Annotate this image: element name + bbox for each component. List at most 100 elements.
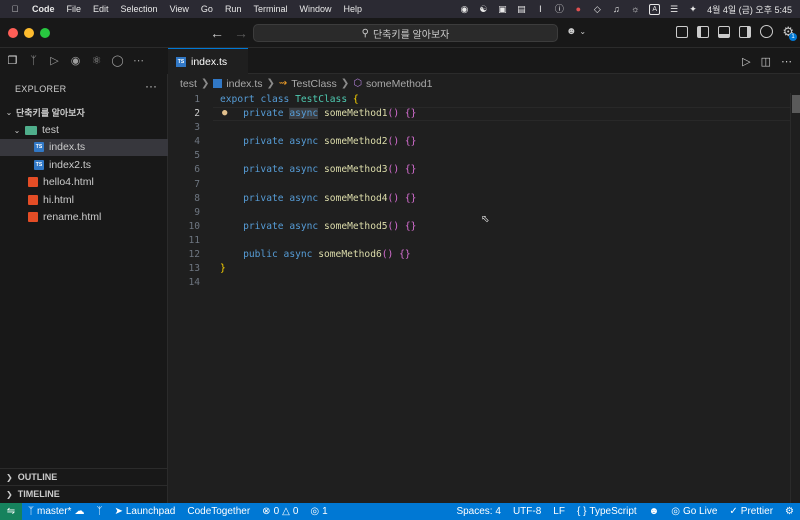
extensions-icon[interactable]: ⚛: [90, 55, 103, 68]
clock[interactable]: 4월 4일 (금) 오후 5:45: [707, 3, 792, 16]
siri-icon[interactable]: ✦: [688, 4, 698, 14]
tab-index-ts[interactable]: TS index.ts: [168, 48, 248, 74]
toggle-secondary-sidebar-icon[interactable]: [739, 25, 752, 38]
code-line[interactable]: public async someMethod6() {}: [220, 248, 416, 262]
account-icon[interactable]: [760, 25, 774, 38]
app-menu-code[interactable]: Code: [32, 4, 55, 14]
launchpad-status[interactable]: ➤ Launchpad: [108, 506, 181, 517]
code-line[interactable]: private async someMethod2() {}: [220, 135, 416, 149]
minimize-window-button[interactable]: [24, 27, 34, 38]
codetogether-status[interactable]: CodeTogether: [181, 506, 256, 517]
volume-icon[interactable]: ♫: [611, 4, 621, 14]
toggle-panel-icon[interactable]: [718, 25, 731, 38]
cursor-icon[interactable]: I: [535, 4, 545, 14]
outline-section-header[interactable]: ❯ OUTLINE: [0, 468, 168, 485]
indentation-status[interactable]: Spaces: 4: [450, 506, 506, 517]
workspace-folder[interactable]: ⌄ 단축키를 알아보자: [0, 104, 168, 121]
maximize-window-button[interactable]: [40, 27, 50, 38]
code-line[interactable]: private async someMethod4() {}: [220, 192, 416, 206]
forward-arrow-icon[interactable]: →: [234, 25, 248, 41]
menu-terminal[interactable]: Terminal: [253, 4, 287, 14]
run-file-icon[interactable]: ▷: [742, 55, 750, 68]
code-line[interactable]: [220, 276, 416, 290]
run-debug-icon[interactable]: ▷: [48, 55, 61, 68]
code-lines[interactable]: export class TestClass { private async s…: [220, 93, 416, 290]
line-number: 5: [194, 150, 200, 162]
split-editor-icon[interactable]: ◫: [761, 55, 771, 68]
toggle-primary-sidebar-icon[interactable]: [697, 25, 710, 38]
settings-gear-icon[interactable]: ⚙ 1: [782, 25, 797, 41]
code-editor[interactable]: 1 2 3 4 5 6 7 8 9 10 11 12 13 14 ● export class TestC…: [168, 93, 790, 503]
problems-status[interactable]: ⊗ 0 △ 0: [256, 506, 304, 517]
menu-go[interactable]: Go: [201, 4, 213, 14]
back-arrow-icon[interactable]: ←: [210, 25, 224, 41]
code-line[interactable]: export class TestClass {: [220, 93, 416, 107]
copilot-menu[interactable]: ☻ ⌄: [566, 26, 586, 37]
control-center-icon[interactable]: ☰: [669, 4, 679, 14]
menu-view[interactable]: View: [170, 4, 189, 14]
source-control-icon[interactable]: ᛉ: [27, 55, 40, 68]
window-icon[interactable]: ▣: [497, 4, 507, 14]
code-line[interactable]: [220, 234, 416, 248]
branch-status[interactable]: ᛉ master* ☁: [22, 506, 90, 517]
apple-icon[interactable]: : [10, 4, 20, 14]
more-actions-icon[interactable]: ⋯: [781, 55, 792, 68]
info-icon[interactable]: ⓘ: [554, 4, 564, 14]
editor-scrollbar[interactable]: [790, 93, 800, 503]
tree-item-hi-html[interactable]: hi.html: [0, 191, 168, 208]
code-line[interactable]: [220, 149, 416, 163]
tree-item-hello4-html[interactable]: hello4.html: [0, 174, 168, 191]
menu-selection[interactable]: Selection: [121, 4, 158, 14]
explorer-more-button[interactable]: ···: [145, 79, 157, 93]
code-line[interactable]: private async someMethod5() {}: [220, 220, 416, 234]
code-line[interactable]: private async someMethod3() {}: [220, 163, 416, 177]
prettier-status[interactable]: ✓ Prettier: [723, 506, 779, 517]
layers-icon[interactable]: ◇: [592, 4, 602, 14]
breadcrumb-folder[interactable]: test: [180, 78, 197, 90]
breadcrumb-class[interactable]: TestClass: [291, 78, 337, 90]
menu-file[interactable]: File: [67, 4, 82, 14]
files-icon[interactable]: ❐: [6, 55, 19, 68]
bug-icon[interactable]: ☯: [478, 4, 488, 14]
scrollbar-thumb[interactable]: [792, 95, 800, 113]
menu-run[interactable]: Run: [225, 4, 242, 14]
code-line[interactable]: [220, 121, 416, 135]
line-number: 2: [194, 108, 200, 120]
code-line[interactable]: [220, 206, 416, 220]
code-token: class: [260, 94, 290, 105]
code-line[interactable]: [220, 178, 416, 192]
ports-status[interactable]: ◎ 1: [304, 506, 333, 517]
tree-item-index2-ts[interactable]: TS index2.ts: [0, 156, 168, 173]
keyboard-icon[interactable]: A: [649, 3, 661, 15]
copilot-status[interactable]: ☻: [643, 506, 666, 517]
timeline-section-header[interactable]: ❯ TIMELINE: [0, 485, 168, 502]
code-line[interactable]: private async someMethod1() {}: [220, 107, 416, 121]
clipboard-icon[interactable]: ▤: [516, 4, 526, 14]
remote-indicator-button[interactable]: ⇋: [0, 503, 22, 520]
layout-customize-icon[interactable]: [676, 25, 689, 38]
remote-icon[interactable]: ◯: [111, 55, 124, 68]
more-icon[interactable]: ⋯: [132, 55, 145, 68]
breadcrumb-file[interactable]: index.ts: [226, 78, 262, 90]
language-mode-status[interactable]: { } TypeScript: [571, 506, 643, 517]
source-control-status[interactable]: ᛉ: [90, 506, 108, 517]
tree-item-test-folder[interactable]: ⌄ test: [0, 121, 168, 138]
eol-status[interactable]: LF: [547, 506, 571, 517]
tree-item-rename-html[interactable]: rename.html: [0, 208, 168, 225]
profile-icon[interactable]: ●: [573, 4, 583, 14]
go-live-status[interactable]: ◎ Go Live: [665, 506, 723, 517]
menu-window[interactable]: Window: [299, 4, 331, 14]
command-center-search[interactable]: ⚲ 단축키를 알아보자: [253, 24, 558, 42]
github-icon[interactable]: ◉: [69, 55, 82, 68]
menu-help[interactable]: Help: [343, 4, 362, 14]
code-line[interactable]: }: [220, 262, 416, 276]
encoding-status[interactable]: UTF-8: [507, 506, 547, 517]
tree-item-index-ts[interactable]: TS index.ts: [0, 138, 168, 157]
notifications-status[interactable]: ⚙: [779, 506, 800, 517]
record-icon[interactable]: ◉: [459, 4, 469, 14]
wifi-icon[interactable]: ☼: [630, 4, 640, 14]
close-window-button[interactable]: [8, 27, 18, 38]
menu-edit[interactable]: Edit: [93, 4, 109, 14]
breadcrumb-method[interactable]: someMethod1: [366, 78, 433, 90]
